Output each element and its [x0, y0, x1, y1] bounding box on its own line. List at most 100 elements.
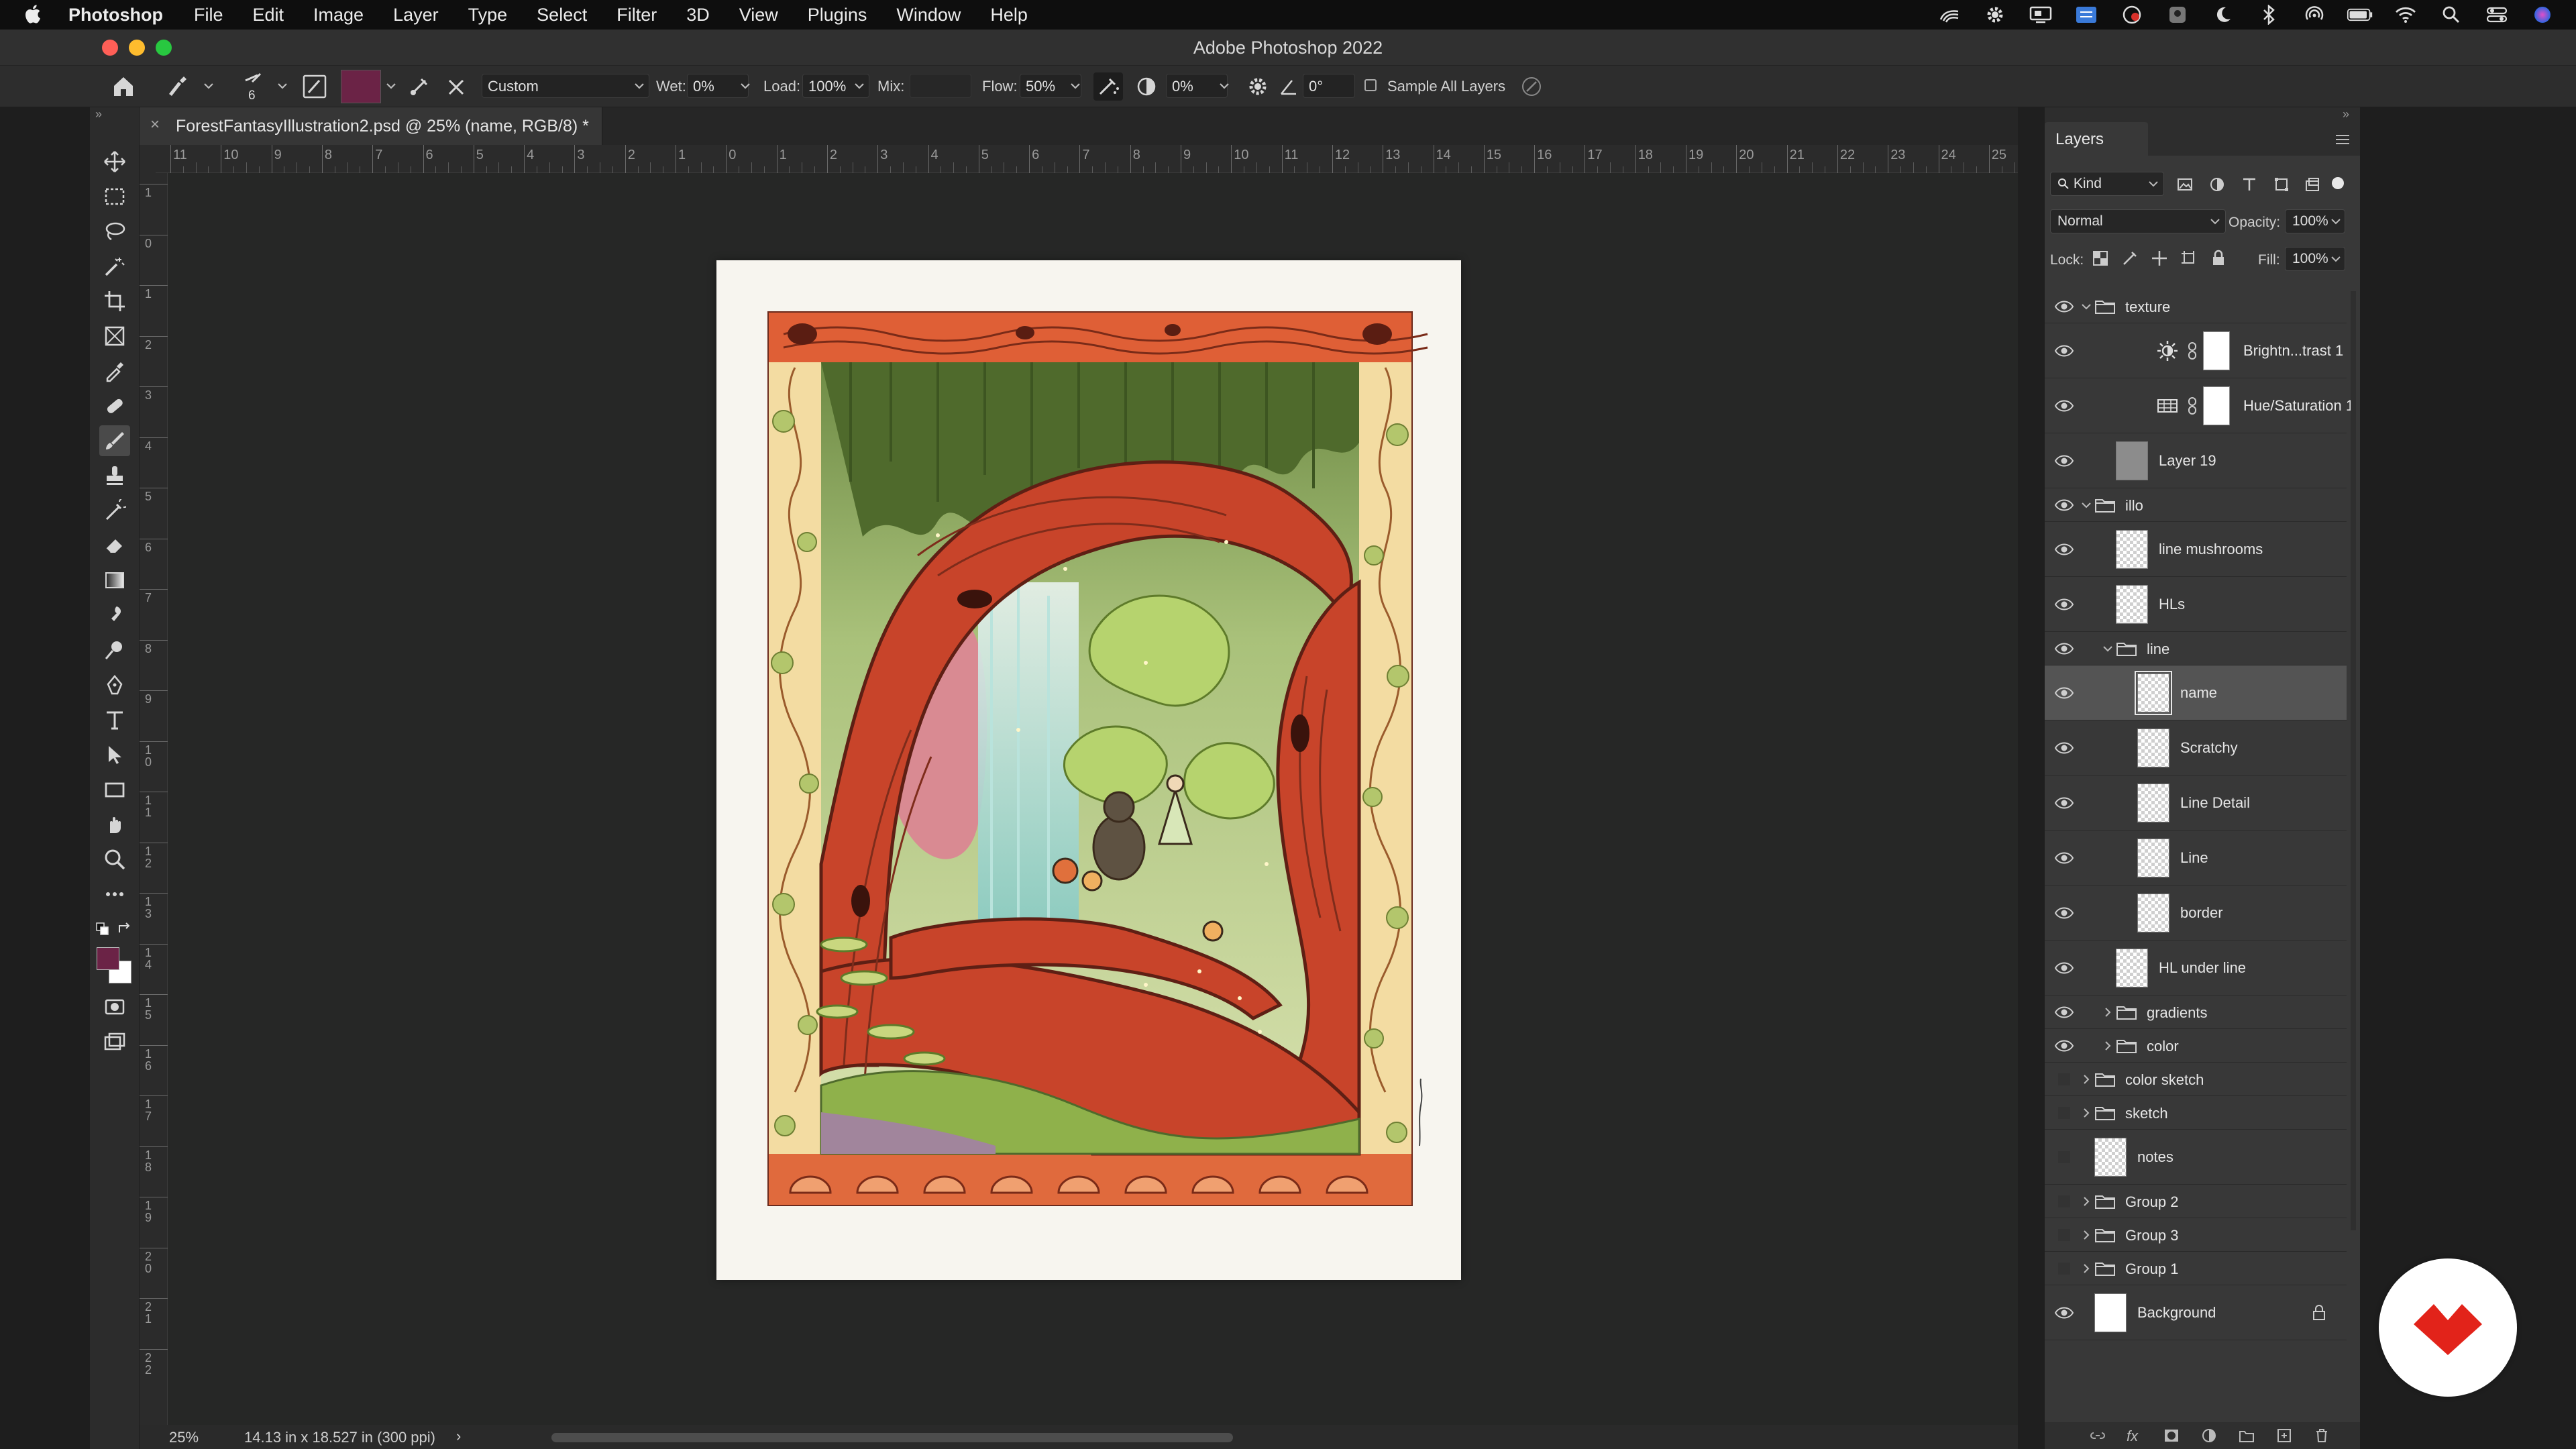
- mask-link-chain-icon[interactable]: [2187, 341, 2198, 360]
- moon-icon[interactable]: [2210, 3, 2237, 26]
- visibility-toggle-empty[interactable]: [2054, 1227, 2074, 1243]
- chevron-right-icon[interactable]: [2101, 1039, 2114, 1053]
- panel-menu-icon[interactable]: [2334, 133, 2351, 146]
- brush-settings-panel-icon[interactable]: [302, 74, 327, 99]
- menu-select[interactable]: Select: [537, 5, 587, 25]
- layer-thumbnail[interactable]: [2137, 839, 2169, 877]
- layer-row[interactable]: line mushrooms: [2045, 522, 2347, 577]
- eye-visibility-icon[interactable]: [2054, 398, 2074, 414]
- collapse-panels-icon[interactable]: »: [2343, 107, 2349, 121]
- lock-artboard-icon[interactable]: [2180, 250, 2198, 267]
- menu-edit[interactable]: Edit: [253, 5, 284, 25]
- chevron-right-icon[interactable]: [2080, 1106, 2093, 1120]
- filter-pixel-layer-icon[interactable]: [2176, 176, 2194, 193]
- layer-row[interactable]: line: [2045, 632, 2347, 665]
- mixer-brush-tool[interactable]: [99, 425, 130, 456]
- airbrush-toggle[interactable]: [1093, 72, 1123, 101]
- chevron-down-icon[interactable]: [2101, 642, 2114, 655]
- angle-input[interactable]: 0°: [1303, 74, 1355, 98]
- eye-visibility-icon[interactable]: [2054, 453, 2074, 469]
- chevron-right-icon[interactable]: [2080, 1195, 2093, 1208]
- layer-thumbnail[interactable]: [2094, 1293, 2127, 1332]
- chevron-right-icon[interactable]: [2101, 1006, 2114, 1019]
- layer-row[interactable]: illo: [2045, 488, 2347, 522]
- add-mask-icon[interactable]: [2163, 1428, 2180, 1444]
- history-brush-tool[interactable]: [99, 495, 130, 526]
- layer-thumbnail[interactable]: [2137, 894, 2169, 932]
- apple-icon[interactable]: [24, 3, 43, 25]
- spotlight-search-icon[interactable]: [2438, 3, 2465, 26]
- sample-all-layers-checkbox[interactable]: [1364, 79, 1377, 91]
- layer-lock-icon[interactable]: [2312, 1304, 2326, 1322]
- menu-file[interactable]: File: [194, 5, 223, 25]
- filter-kind-select[interactable]: Kind: [2050, 172, 2164, 196]
- chevron-down-icon[interactable]: [385, 76, 397, 95]
- eye-visibility-icon[interactable]: [2054, 1305, 2074, 1321]
- document-tab[interactable]: × ForestFantasyIllustration2.psd @ 25% (…: [140, 107, 602, 145]
- magic-wand-tool[interactable]: [99, 251, 130, 282]
- layer-row[interactable]: Line: [2045, 830, 2347, 885]
- layer-thumbnail[interactable]: [2116, 441, 2148, 480]
- rectangle-tool[interactable]: [99, 774, 130, 805]
- eye-visibility-icon[interactable]: [2054, 1004, 2074, 1020]
- airdrop-icon[interactable]: [2301, 3, 2328, 26]
- layer-row[interactable]: sketch: [2045, 1096, 2347, 1130]
- menu-filter[interactable]: Filter: [616, 5, 657, 25]
- layer-thumbnail[interactable]: [2116, 585, 2148, 624]
- menu-3d[interactable]: 3D: [686, 5, 710, 25]
- load-brush-icon[interactable]: [407, 74, 432, 99]
- layer-row[interactable]: Line Detail: [2045, 775, 2347, 830]
- eye-visibility-icon[interactable]: [2054, 596, 2074, 612]
- layer-row[interactable]: Layer 19: [2045, 433, 2347, 488]
- layer-row[interactable]: name: [2045, 665, 2347, 720]
- layer-thumbnail[interactable]: [2116, 530, 2148, 569]
- rotate-view-tool[interactable]: [99, 809, 130, 840]
- menu-plugins[interactable]: Plugins: [808, 5, 867, 25]
- layer-row[interactable]: color sketch: [2045, 1063, 2347, 1096]
- bluetooth-icon[interactable]: [2255, 3, 2282, 26]
- chevron-down-icon[interactable]: [739, 76, 751, 95]
- layer-mask-thumbnail[interactable]: [2203, 331, 2230, 370]
- layer-row[interactable]: texture: [2045, 290, 2347, 323]
- edit-toolbar-button[interactable]: [99, 879, 130, 910]
- layer-row[interactable]: notes: [2045, 1130, 2347, 1185]
- chevron-down-icon[interactable]: [1218, 76, 1230, 95]
- artboard-document[interactable]: [716, 260, 1461, 1280]
- filter-smart-object-icon[interactable]: [2304, 176, 2321, 193]
- layer-row[interactable]: HL under line: [2045, 941, 2347, 996]
- layer-thumbnail[interactable]: [2137, 784, 2169, 822]
- horizontal-scrollbar[interactable]: [551, 1433, 1233, 1442]
- chevron-right-icon[interactable]: [2080, 1262, 2093, 1275]
- creative-cloud-icon[interactable]: [1936, 3, 1963, 26]
- menu-help[interactable]: Help: [990, 5, 1028, 25]
- mixer-brush-preset-icon[interactable]: [164, 74, 191, 99]
- dodge-tool[interactable]: [99, 635, 130, 665]
- layers-scrollbar[interactable]: [2351, 291, 2356, 1230]
- wifi-icon[interactable]: [2392, 3, 2419, 26]
- marquee-tool[interactable]: [99, 181, 130, 212]
- visibility-toggle-empty[interactable]: [2054, 1149, 2074, 1165]
- swap-colors-icon[interactable]: [117, 920, 134, 936]
- crop-tool[interactable]: [99, 286, 130, 317]
- default-colors-icon[interactable]: [95, 922, 110, 936]
- eye-visibility-icon[interactable]: [2054, 740, 2074, 756]
- layer-row[interactable]: gradients: [2045, 996, 2347, 1029]
- mixer-preset-select[interactable]: Custom: [482, 74, 649, 98]
- move-tool[interactable]: [99, 146, 130, 177]
- eye-visibility-icon[interactable]: [2054, 641, 2074, 657]
- link-layers-icon[interactable]: [2089, 1428, 2106, 1444]
- eye-visibility-icon[interactable]: [2054, 343, 2074, 359]
- chevron-right-icon[interactable]: [2080, 1228, 2093, 1242]
- eye-visibility-icon[interactable]: [2054, 497, 2074, 513]
- eye-visibility-icon[interactable]: [2054, 905, 2074, 921]
- chevron-down-icon[interactable]: [2330, 215, 2341, 228]
- chevron-down-icon[interactable]: [2330, 252, 2341, 266]
- pressure-size-icon[interactable]: [1519, 74, 1544, 99]
- vertical-ruler[interactable]: 1012345678910111213141516171819202122: [140, 173, 168, 1425]
- quick-mask-button[interactable]: [99, 991, 130, 1022]
- control-center-icon[interactable]: [2483, 3, 2510, 26]
- visibility-toggle-empty[interactable]: [2054, 1105, 2074, 1121]
- menu-app-photoshop[interactable]: Photoshop: [68, 5, 163, 25]
- new-group-folder-icon[interactable]: [2238, 1428, 2255, 1444]
- screen-recorder-icon[interactable]: [2118, 3, 2145, 26]
